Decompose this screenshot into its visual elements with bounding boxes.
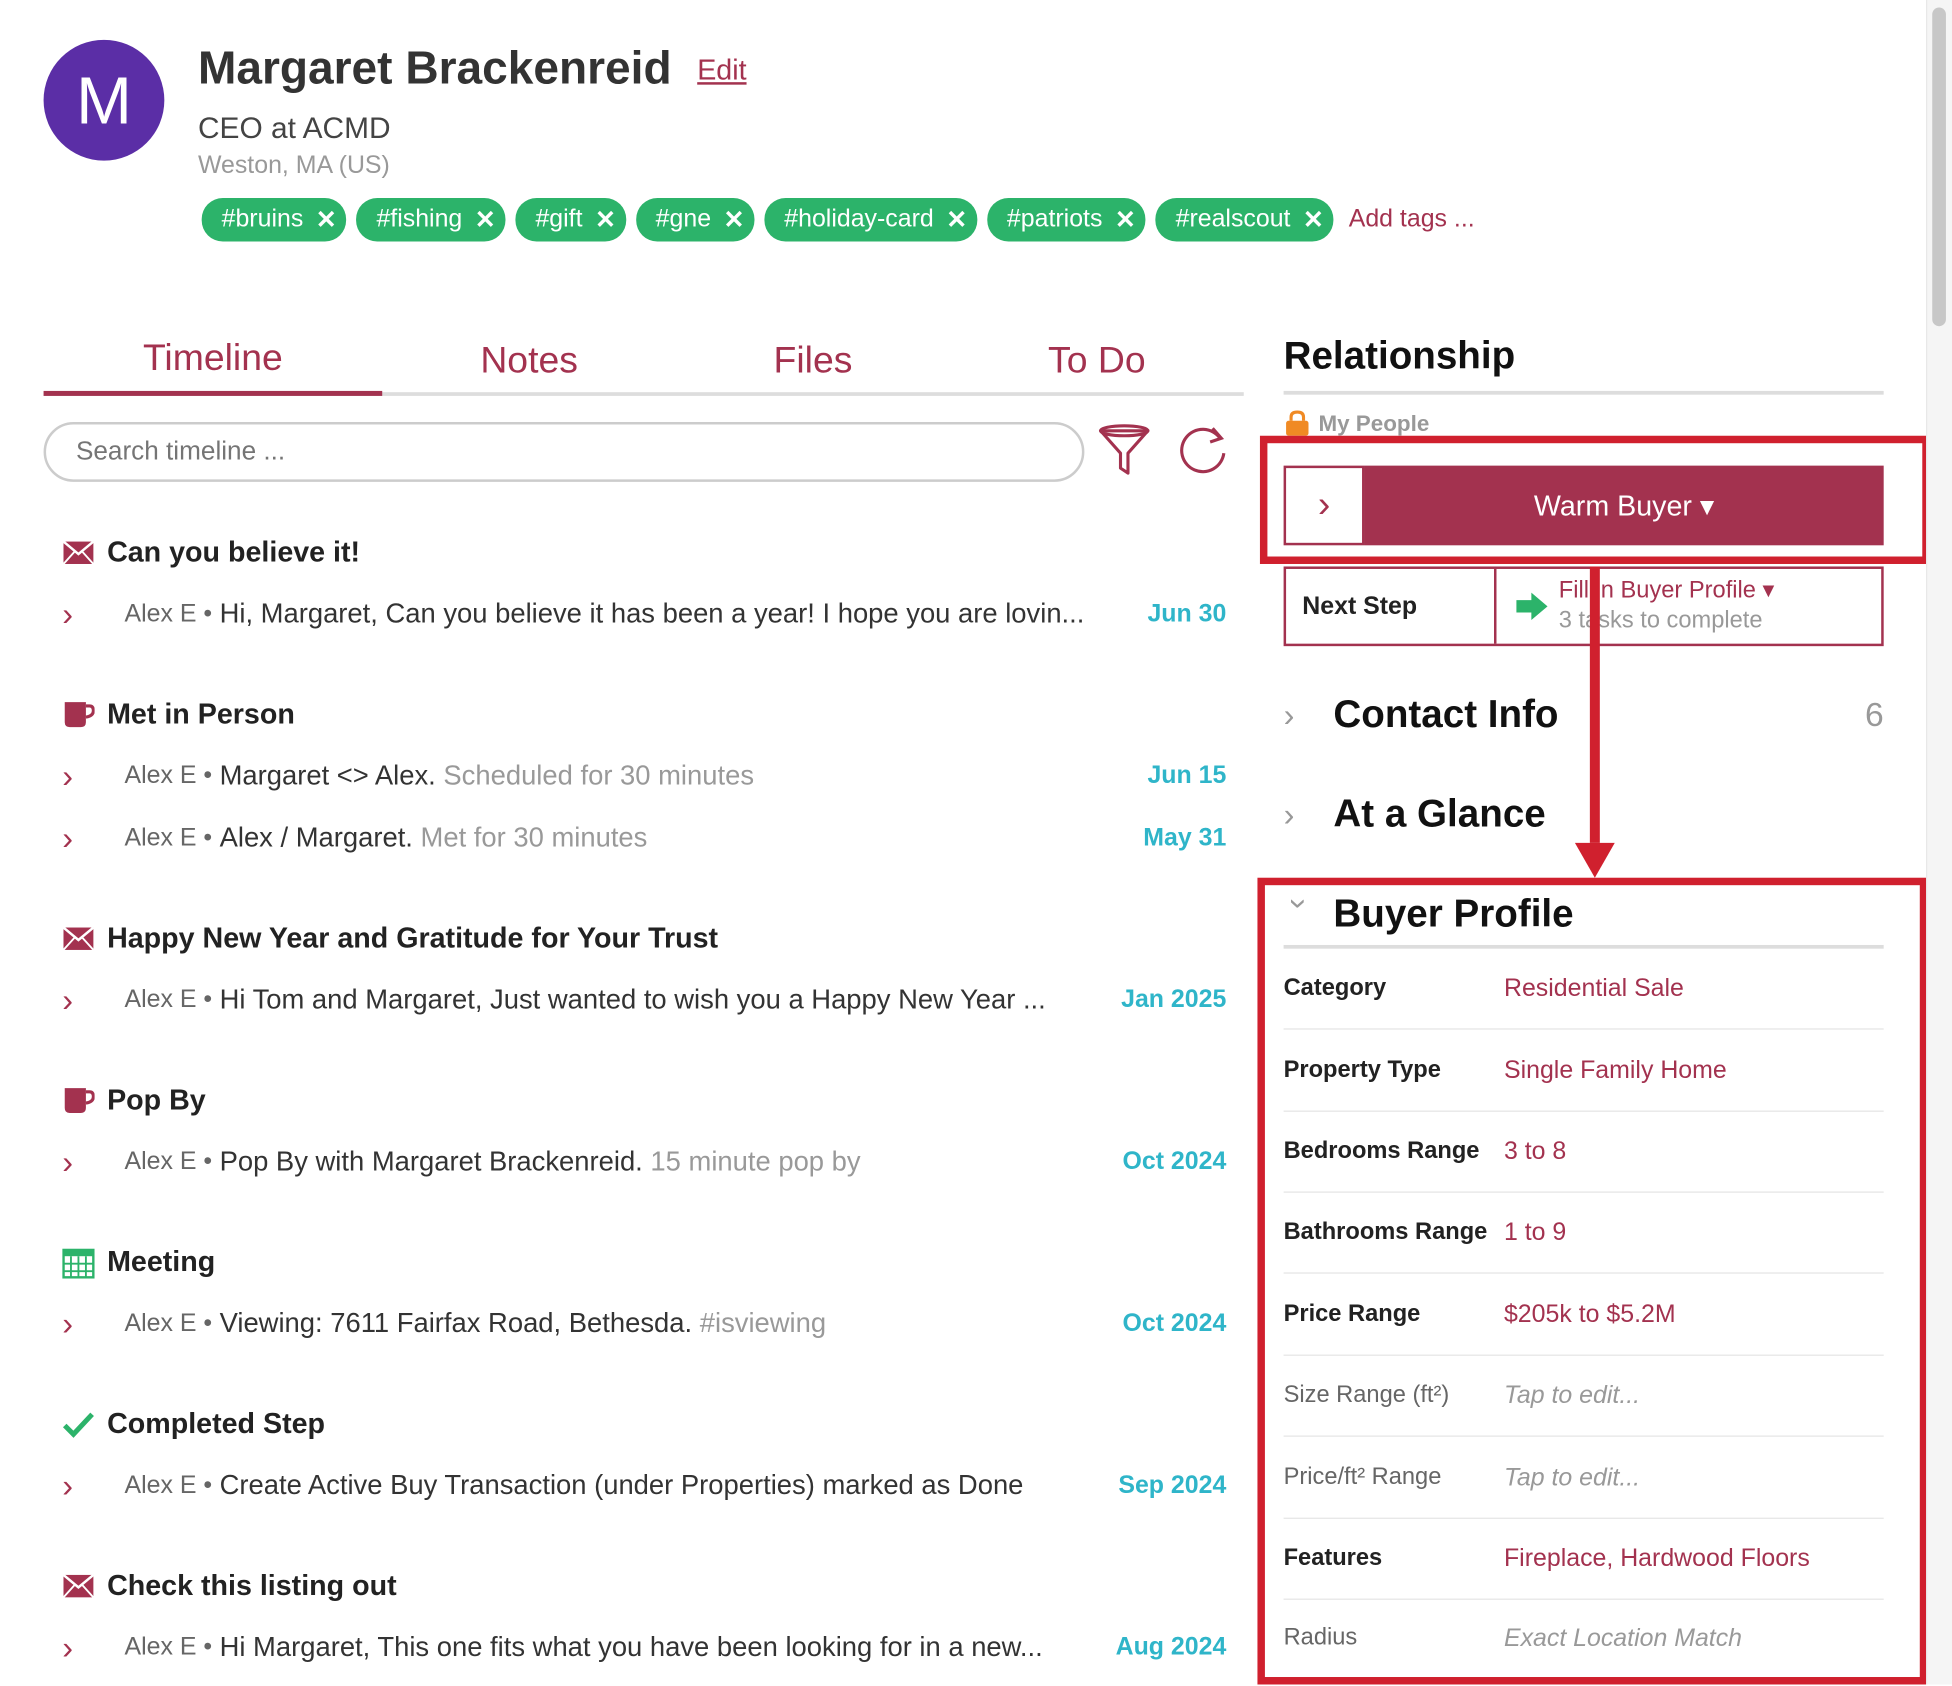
timeline-heading: Can you believe it! [62,535,360,569]
tag-chip[interactable]: #gift ✕ [515,197,626,242]
close-icon[interactable]: ✕ [316,204,337,235]
close-icon[interactable]: ✕ [724,204,745,235]
buyer-profile-row[interactable]: Price/ft² Range Tap to edit... [1283,1438,1884,1519]
edit-link[interactable]: Edit [697,54,746,88]
timeline-entry[interactable]: › Alex E • Hi Margaret, This one fits what… [62,1628,1226,1665]
envelope-icon [62,922,95,954]
timeline-entry[interactable]: › Alex E • Pop By with Margaret Brackenrei… [62,1142,1226,1180]
chevron-right-icon: › [1283,794,1295,833]
timeline-entry[interactable]: › Alex E • Hi Tom and Margaret, Just wante… [62,980,1226,1018]
next-step-label: Next Step [1286,568,1497,644]
relationship-title: Relationship [1283,333,1516,378]
buyer-profile-row[interactable]: Size Range (ft²) Tap to edit... [1283,1356,1884,1437]
mug-icon [62,698,95,730]
refresh-icon[interactable] [1175,423,1230,478]
envelope-icon [62,1569,95,1601]
scrollbar-thumb[interactable] [1932,7,1946,327]
buyer-profile-toggle[interactable]: › Buyer Profile [1282,886,1884,941]
buyer-profile-row[interactable]: Property Type Single Family Home [1283,1031,1884,1112]
tab-to-do[interactable]: To Do [950,326,1244,396]
chevron-right-icon: › [62,1465,74,1504]
contact-name: Margaret Brackenreid [197,42,672,94]
timeline-entry[interactable]: › Alex E • Create Active Buy Transaction (… [62,1465,1226,1504]
warm-buyer-dropdown[interactable]: Warm Buyer ▾ [1364,465,1884,546]
contact-info-count: 6 [1864,695,1884,733]
timeline-heading: Check this listing out [62,1569,397,1603]
timeline-heading: Pop By [62,1083,206,1117]
close-icon[interactable]: ✕ [946,204,967,235]
chevron-right-icon: › [62,1142,74,1180]
chevron-down-icon: › [1281,897,1320,909]
chevron-right-icon[interactable]: › [1283,465,1365,546]
tag-chip[interactable]: #fishing ✕ [356,197,506,242]
envelope-icon [62,536,95,568]
avatar[interactable]: M [43,39,165,161]
divider [1283,390,1884,395]
tag-label: #patriots [1006,205,1103,233]
tab-notes[interactable]: Notes [382,326,676,396]
buyer-profile-row[interactable]: Bedrooms Range 3 to 8 [1283,1112,1884,1193]
lock-icon [1286,410,1309,436]
chevron-right-icon: › [1283,695,1295,733]
timeline-heading: Met in Person [62,697,295,731]
tag-chip[interactable]: #bruins ✕ [201,197,347,242]
timeline-heading: Meeting [62,1245,215,1279]
annotation-arrow [1572,566,1617,880]
filter-icon[interactable] [1098,423,1150,478]
timeline-entry[interactable]: › Alex E • Hi, Margaret, Can you believe i… [62,594,1226,632]
tab-bar: Timeline Notes Files To Do [43,326,1244,396]
tag-chip[interactable]: #patriots ✕ [986,197,1146,242]
close-icon[interactable]: ✕ [1303,204,1324,235]
buyer-profile-row[interactable]: Bathrooms Range 1 to 9 [1283,1193,1884,1274]
tab-files[interactable]: Files [676,326,950,396]
tag-label: #realscout [1175,205,1291,233]
buyer-profile-row[interactable]: Price Range $205k to $5.2M [1283,1275,1884,1356]
buyer-profile-row[interactable]: Category Residential Sale [1283,949,1884,1030]
arrow-right-icon [1516,592,1548,621]
tag-label: #gift [535,205,583,233]
chevron-right-icon: › [62,1627,74,1666]
search-input[interactable] [43,422,1085,482]
chevron-right-icon: › [62,818,74,856]
mug-icon [62,1084,95,1116]
chevron-right-icon: › [62,594,74,632]
tag-chip[interactable]: #realscout ✕ [1155,197,1334,242]
stage-selector: › Warm Buyer ▾ [1283,465,1884,546]
buyer-profile-row[interactable]: Radius Exact Location Match [1284,1601,1884,1676]
timeline-entry[interactable]: › Alex E • Alex / Margaret. Met for 30 min… [62,819,1226,856]
next-step-dropdown[interactable]: Fill in Buyer Profile ▾ 3 tasks to compl… [1496,569,1881,644]
contact-title: CEO at ACMD [197,112,391,146]
timeline-heading: Completed Step [62,1407,325,1441]
timeline-entry[interactable]: › Alex E • Viewing: 7611 Fairfax Road, Bet… [62,1304,1226,1342]
chevron-right-icon: › [62,980,74,1018]
close-icon[interactable]: ✕ [595,204,616,235]
tag-chip[interactable]: #holiday-card ✕ [764,197,978,242]
tag-label: #fishing [376,205,463,233]
tab-timeline[interactable]: Timeline [43,326,383,396]
group-label[interactable]: My People [1284,410,1429,437]
tag-label: #gne [655,205,712,233]
chevron-right-icon: › [62,1304,74,1342]
contact-location: Weston, MA (US) [197,151,390,180]
tag-chip[interactable]: #gne ✕ [635,197,755,242]
close-icon[interactable]: ✕ [1115,204,1136,235]
timeline-heading: Happy New Year and Gratitude for Your Tr… [62,921,718,955]
buyer-profile-row[interactable]: Features Fireplace, Hardwood Floors [1283,1519,1884,1600]
tag-label: #bruins [221,205,304,233]
calendar-icon [62,1246,95,1278]
checkmark-icon [62,1407,94,1439]
tag-label: #holiday-card [784,205,934,233]
close-icon[interactable]: ✕ [475,204,496,235]
add-tags-link[interactable]: Add tags ... [1349,205,1475,234]
timeline-entry[interactable]: › Alex E • Margaret <> Alex. Scheduled for… [62,756,1226,794]
chevron-right-icon: › [62,756,74,794]
tag-list: #bruins ✕ #fishing ✕ #gift ✕ #gne ✕ #holiday… [201,197,1475,242]
